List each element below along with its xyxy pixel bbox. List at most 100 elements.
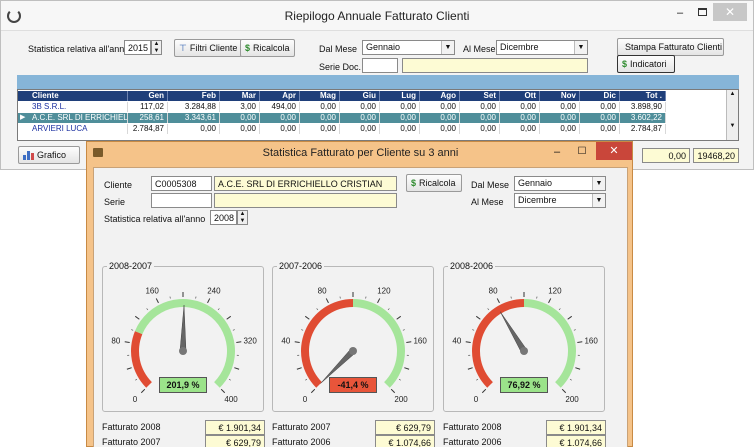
column-header[interactable]: Apr [260, 91, 300, 101]
gauge-tick [155, 298, 159, 304]
table-cell: 0,00 [220, 113, 260, 123]
column-header[interactable]: Mag [300, 91, 340, 101]
gauge-minor-tick [569, 378, 572, 381]
revenue-value: € 629,79 [375, 420, 435, 435]
gauge-minor-tick [402, 329, 405, 331]
client-code-input[interactable]: C0005308 [151, 176, 212, 191]
series-input[interactable] [151, 193, 212, 208]
gauge-tick-label: 120 [548, 286, 562, 295]
table-cell: 0,00 [380, 124, 420, 134]
table-cell: A.C.E. SRL DI ERRICHIEL [18, 113, 128, 123]
chevron-down-icon[interactable]: ▼ [592, 194, 605, 207]
indicators-label: Indicatori [630, 59, 667, 69]
gauge-tick [296, 367, 302, 370]
gauge-minor-tick [131, 329, 134, 331]
gauge-minor-tick [487, 308, 490, 311]
gauge-tick [475, 315, 481, 320]
chevron-down-icon[interactable]: ▼ [441, 41, 454, 54]
column-header[interactable]: Tot . [620, 91, 666, 101]
gauge-minor-tick [387, 308, 390, 311]
chart-button[interactable]: Grafico [18, 146, 80, 164]
bar-chart-icon [23, 150, 34, 160]
filter-client-label: Filtri Cliente [189, 43, 238, 53]
table-row[interactable]: ARVIERI LUCA 2.784,87 0,00 0,00 0,00 0,00 0,00… [18, 124, 726, 134]
gauge-tick [310, 388, 316, 394]
gauge-tick [567, 315, 573, 320]
maximize-icon[interactable]: ☐ [567, 142, 597, 162]
gauge-needle [179, 304, 187, 352]
series-doc-input[interactable] [362, 58, 398, 73]
to-month-label: Al Mese [471, 197, 504, 207]
gauge-minor-tick [146, 308, 149, 311]
chevron-down-icon[interactable]: ▼ [574, 41, 587, 54]
indicators-button[interactable]: $ Indicatori [617, 55, 675, 73]
column-header[interactable]: Giu [340, 91, 380, 101]
table-row[interactable]: 3B S.R.L. 117,02 3.284,88 3,00 494,00 0,00 0,0… [18, 102, 726, 112]
gauge-value: -41,4 % [329, 377, 377, 393]
row-selector-icon: ▶ [20, 114, 26, 121]
revenue-label: Fatturato 2007 [102, 437, 161, 447]
recalc-button[interactable]: $ Ricalcola [406, 174, 462, 192]
from-month-label: Dal Mese [471, 180, 510, 190]
table-cell: 0,00 [220, 124, 260, 134]
chart-label: Grafico [37, 150, 67, 160]
table-cell: 3,00 [220, 102, 260, 112]
year-input[interactable]: 2008 [210, 210, 237, 225]
gauge-tick-label: 40 [452, 336, 461, 345]
table-cell: 0,00 [580, 113, 620, 123]
gauge-tick-label: 80 [489, 286, 498, 295]
from-month-select[interactable]: Gennaio ▼ [514, 176, 606, 191]
filter-client-button[interactable]: ⊤ Filtri Cliente [174, 39, 243, 57]
table-row[interactable]: A.C.E. SRL DI ERRICHIEL 258,61 3.343,61 0,0… [18, 113, 726, 123]
gauge-tick [325, 298, 329, 304]
recalc-label: Ricalcola [253, 43, 290, 53]
table-cell: 3.284,88 [168, 102, 220, 112]
column-header[interactable]: Mar [220, 91, 260, 101]
close-button[interactable]: ✕ [713, 3, 747, 21]
gauge-tick-label: 320 [243, 336, 257, 345]
column-header[interactable]: Gen [128, 91, 168, 101]
year-spinner[interactable]: ▲ ▼ [151, 40, 162, 55]
maximize-icon[interactable] [698, 8, 707, 16]
column-header[interactable]: Cliente [18, 91, 128, 101]
gauge-tick-label: 0 [133, 395, 138, 404]
gauge-tick-label: 160 [145, 286, 159, 295]
column-header[interactable]: Set [460, 91, 500, 101]
gauge-tick [304, 315, 310, 320]
print-revenue-button[interactable]: Stampa Fatturato Clienti [617, 38, 724, 56]
revenue-value: € 629,79 [205, 435, 265, 447]
table-cell: 0,00 [540, 124, 580, 134]
gauge-band [524, 299, 576, 388]
from-month-select[interactable]: Gennaio ▼ [362, 40, 455, 55]
print-revenue-label: Stampa Fatturato Clienti [625, 42, 723, 52]
year-input[interactable]: 2015 [124, 40, 151, 55]
to-month-select[interactable]: Dicembre ▼ [514, 193, 606, 208]
gauge-tick [467, 367, 473, 370]
recalc-button[interactable]: $ Ricalcola [240, 39, 295, 57]
revenue-table[interactable]: Cliente Gen Feb Mar Apr Mag Giu Lug Ago Set Ott Nov… [17, 89, 739, 141]
table-scrollbar[interactable]: ▲ ▼ [726, 90, 738, 140]
column-header[interactable]: Feb [168, 91, 220, 101]
gauge-tick [134, 315, 140, 320]
year-spinner[interactable]: ▲ ▼ [237, 210, 248, 225]
table-cell: 0,00 [260, 124, 300, 134]
table-cell: 0,00 [540, 113, 580, 123]
column-header[interactable]: Dic [580, 91, 620, 101]
stat-year-label: Statistica relativa all'anno [28, 44, 130, 54]
column-header[interactable]: Lug [380, 91, 420, 101]
minimize-icon[interactable]: – [677, 7, 683, 19]
table-cell: ARVIERI LUCA [18, 124, 128, 134]
table-cell: 0,00 [260, 113, 300, 123]
to-month-select[interactable]: Dicembre ▼ [496, 40, 588, 55]
chevron-down-icon[interactable]: ▼ [592, 177, 605, 190]
gauge-tick-label: 200 [565, 395, 579, 404]
gauge-band [353, 299, 405, 388]
column-header[interactable]: Ago [420, 91, 460, 101]
total-field-b: 19468,20 [693, 148, 739, 163]
gauge-tick [406, 341, 412, 344]
column-header[interactable]: Ott [500, 91, 540, 101]
column-header[interactable]: Nov [540, 91, 580, 101]
money-icon: $ [245, 43, 251, 53]
gauge-tick-label: 80 [318, 286, 327, 295]
close-button[interactable]: ✕ [596, 142, 632, 160]
